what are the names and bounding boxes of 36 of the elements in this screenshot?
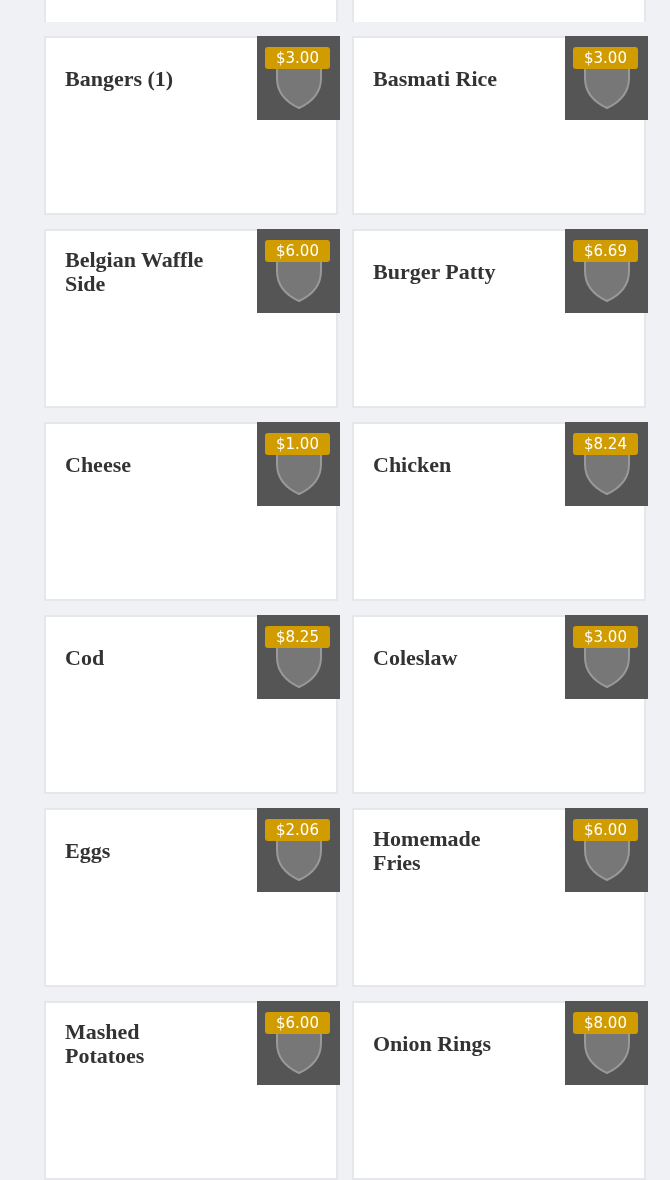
price-badge: $8.00 xyxy=(573,1012,638,1034)
item-name: Basmati Rice xyxy=(373,67,498,91)
item-card[interactable]: Burger Patty $6.69 xyxy=(352,229,646,408)
item-card[interactable]: Belgian Waffle Side $6.00 xyxy=(44,229,338,408)
price-badge: $3.00 xyxy=(573,626,638,648)
item-card[interactable]: Chicken $8.24 xyxy=(352,422,646,601)
item-card[interactable]: Cod $8.25 xyxy=(44,615,338,794)
item-name: Belgian Waffle Side xyxy=(65,248,205,296)
price-badge: $1.00 xyxy=(265,433,330,455)
item-card[interactable]: Onion Rings $8.00 xyxy=(352,1001,646,1180)
item-name: Mashed Potatoes xyxy=(65,1020,146,1068)
price-badge: $6.00 xyxy=(265,1012,330,1034)
price-badge: $8.24 xyxy=(573,433,638,455)
price-badge: $6.00 xyxy=(265,240,330,262)
item-card[interactable]: Homemade Fries $6.00 xyxy=(352,808,646,987)
price-badge: $3.00 xyxy=(265,47,330,69)
item-card[interactable]: Mashed Potatoes $6.00 xyxy=(44,1001,338,1180)
item-name: Homemade Fries xyxy=(373,827,482,875)
item-card[interactable]: Eggs $2.06 xyxy=(44,808,338,987)
item-name: Eggs xyxy=(65,839,111,863)
item-name: Cod xyxy=(65,646,105,670)
price-badge: $8.25 xyxy=(265,626,330,648)
item-name: Bangers (1) xyxy=(65,67,174,91)
item-name: Cheese xyxy=(65,453,131,477)
item-name: Onion Rings xyxy=(373,1032,491,1056)
price-badge: $6.00 xyxy=(573,819,638,841)
item-card[interactable]: Basmati Rice $3.00 xyxy=(352,36,646,215)
price-badge: $3.00 xyxy=(573,47,638,69)
item-name: Chicken xyxy=(373,453,452,477)
price-badge: $6.69 xyxy=(573,240,638,262)
item-name: Burger Patty xyxy=(373,260,496,284)
price-badge: $2.06 xyxy=(265,819,330,841)
item-card[interactable]: Bangers (1) $3.00 xyxy=(44,36,338,215)
item-card[interactable]: Coleslaw $3.00 xyxy=(352,615,646,794)
item-card[interactable]: Cheese $1.00 xyxy=(44,422,338,601)
item-name: Coleslaw xyxy=(373,646,458,670)
